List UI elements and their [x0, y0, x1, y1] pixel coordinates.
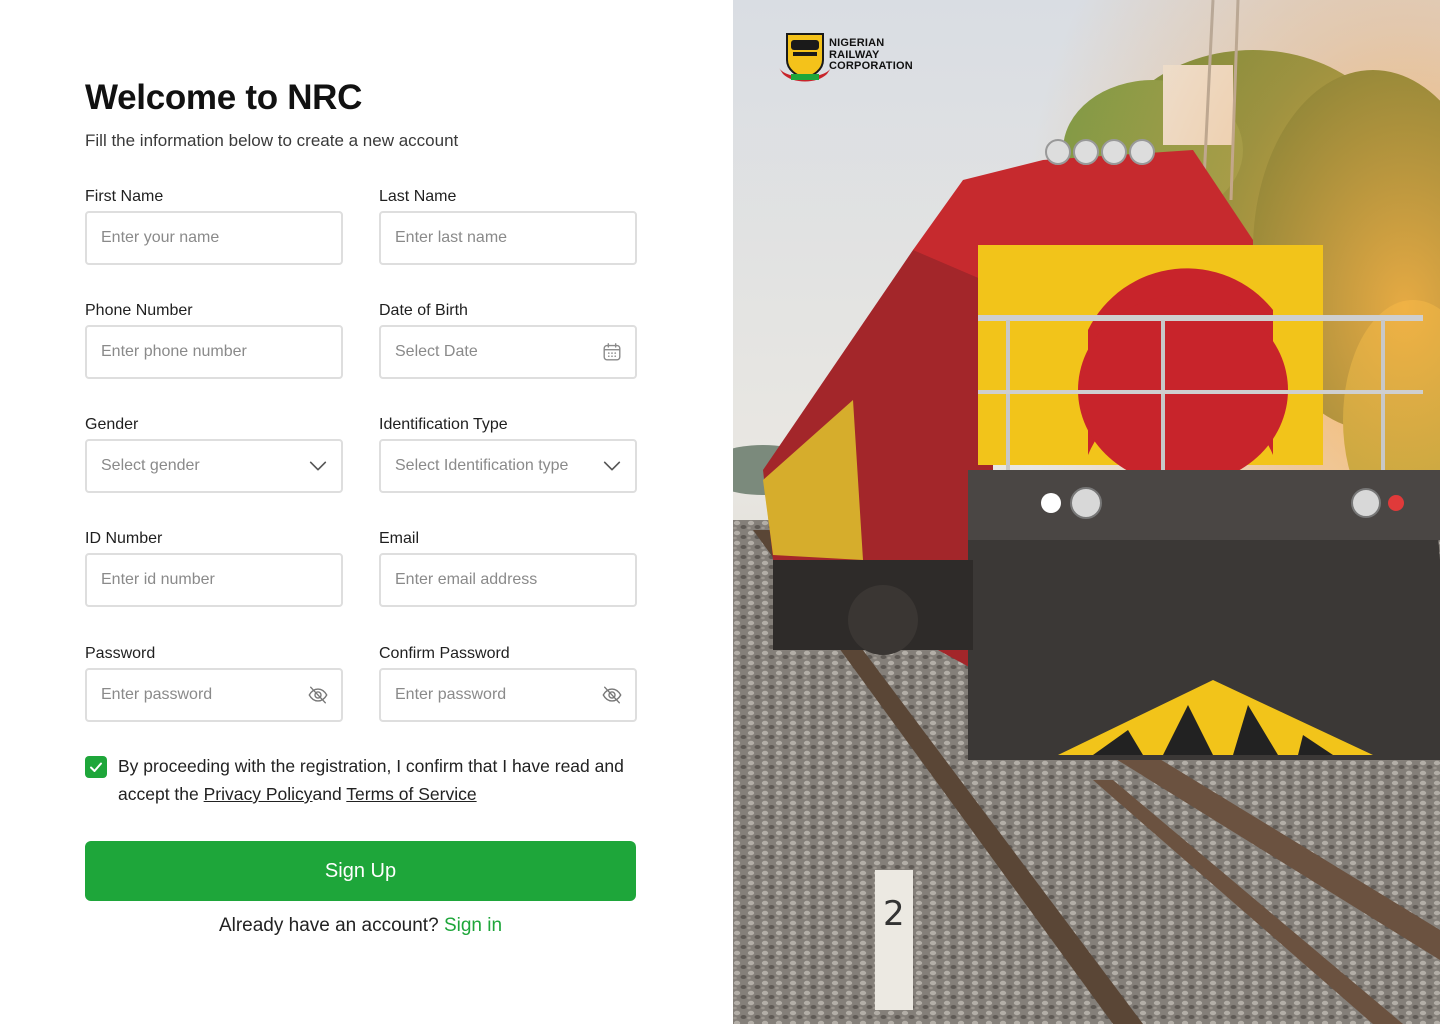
id-number-label: ID Number — [85, 530, 163, 547]
consent-text: By proceeding with the registration, I c… — [118, 752, 658, 808]
dob-label: Date of Birth — [379, 302, 468, 319]
id-type-select-value: Select Identification type — [395, 457, 569, 474]
first-name-field: First Name — [85, 186, 343, 265]
confirm-password-field: Confirm Password — [379, 643, 637, 722]
id-number-input-box — [85, 553, 343, 607]
email-input[interactable] — [381, 555, 635, 605]
consent-checkbox[interactable] — [85, 756, 107, 778]
eye-off-icon[interactable] — [307, 684, 329, 706]
id-type-label: Identification Type — [379, 416, 508, 433]
page-subtitle: Fill the information below to create a n… — [85, 131, 459, 150]
password-input[interactable] — [87, 670, 341, 720]
consent-text-and: and — [312, 784, 347, 804]
email-input-box — [379, 553, 637, 607]
password-field: Password — [85, 643, 343, 722]
nrc-logo-text: NIGERIAN RAILWAY CORPORATION — [829, 37, 913, 73]
hero-image: 2 — [733, 0, 1440, 1024]
logo-line-1: NIGERIAN — [829, 37, 885, 49]
chevron-down-icon[interactable] — [601, 455, 623, 477]
password-input-box — [85, 668, 343, 722]
logo-line-3: CORPORATION — [829, 60, 913, 72]
email-label: Email — [379, 530, 420, 547]
gender-label: Gender — [85, 416, 139, 433]
sign-up-button[interactable]: Sign Up — [85, 841, 636, 901]
signup-panel: Welcome to NRC Fill the information belo… — [0, 0, 733, 1024]
gender-select[interactable]: Select gender — [85, 439, 343, 493]
dob-input[interactable] — [381, 327, 635, 377]
first-name-label: First Name — [85, 188, 164, 205]
last-name-label: Last Name — [379, 188, 457, 205]
password-label: Password — [85, 645, 156, 662]
confirm-password-input[interactable] — [381, 670, 635, 720]
email-field: Email — [379, 528, 637, 607]
phone-input[interactable] — [87, 327, 341, 377]
gender-select-value: Select gender — [101, 457, 200, 474]
calendar-icon[interactable] — [601, 341, 623, 363]
privacy-policy-link[interactable]: Privacy Policy — [204, 784, 313, 804]
phone-input-box — [85, 325, 343, 379]
locomotive-illustration: 2 — [733, 0, 1440, 1024]
confirm-password-input-box — [379, 668, 637, 722]
last-name-input-box — [379, 211, 637, 265]
first-name-input[interactable] — [87, 213, 341, 263]
id-type-field: Identification Type Select Identificatio… — [379, 414, 637, 493]
sign-in-link[interactable]: Sign in — [444, 915, 502, 936]
phone-label: Phone Number — [85, 302, 193, 319]
id-number-input[interactable] — [87, 555, 341, 605]
first-name-input-box — [85, 211, 343, 265]
checkmark-icon — [90, 762, 102, 772]
terms-of-service-link[interactable]: Terms of Service — [346, 784, 476, 804]
id-number-field: ID Number — [85, 528, 343, 607]
svg-text:2: 2 — [883, 894, 905, 934]
last-name-input[interactable] — [381, 213, 635, 263]
phone-field: Phone Number — [85, 300, 343, 379]
id-type-select[interactable]: Select Identification type — [379, 439, 637, 493]
confirm-password-label: Confirm Password — [379, 645, 510, 662]
signin-prompt: Already have an account? — [218, 915, 439, 936]
page-title: Welcome to NRC — [85, 78, 363, 117]
signin-prompt-row: Already have an account? Sign in — [85, 915, 636, 937]
chevron-down-icon[interactable] — [307, 455, 329, 477]
last-name-field: Last Name — [379, 186, 637, 265]
eye-off-icon[interactable] — [601, 684, 623, 706]
dob-picker[interactable] — [379, 325, 637, 379]
dob-field: Date of Birth — [379, 300, 637, 379]
gender-field: Gender Select gender — [85, 414, 343, 493]
